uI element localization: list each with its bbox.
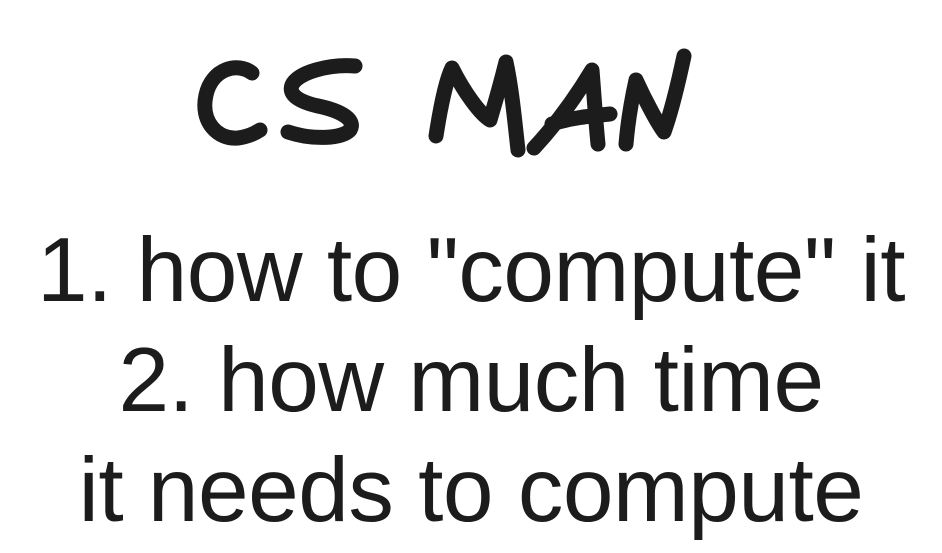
handwritten-title — [197, 48, 692, 158]
points-list: 1. how to "compute" it 2. how much time … — [0, 216, 942, 546]
title-letter-a — [526, 62, 618, 156]
title-letter-m — [428, 54, 526, 158]
slide: 1. how to "compute" it 2. how much time … — [0, 0, 942, 553]
title-letter-s — [280, 58, 363, 145]
point-line-2: 2. how much time — [118, 330, 824, 431]
point-line-1: 1. how to "compute" it — [37, 220, 906, 321]
title-letter-c — [197, 60, 268, 146]
title-letter-n — [618, 48, 692, 152]
point-line-3: it needs to compute — [78, 440, 864, 541]
